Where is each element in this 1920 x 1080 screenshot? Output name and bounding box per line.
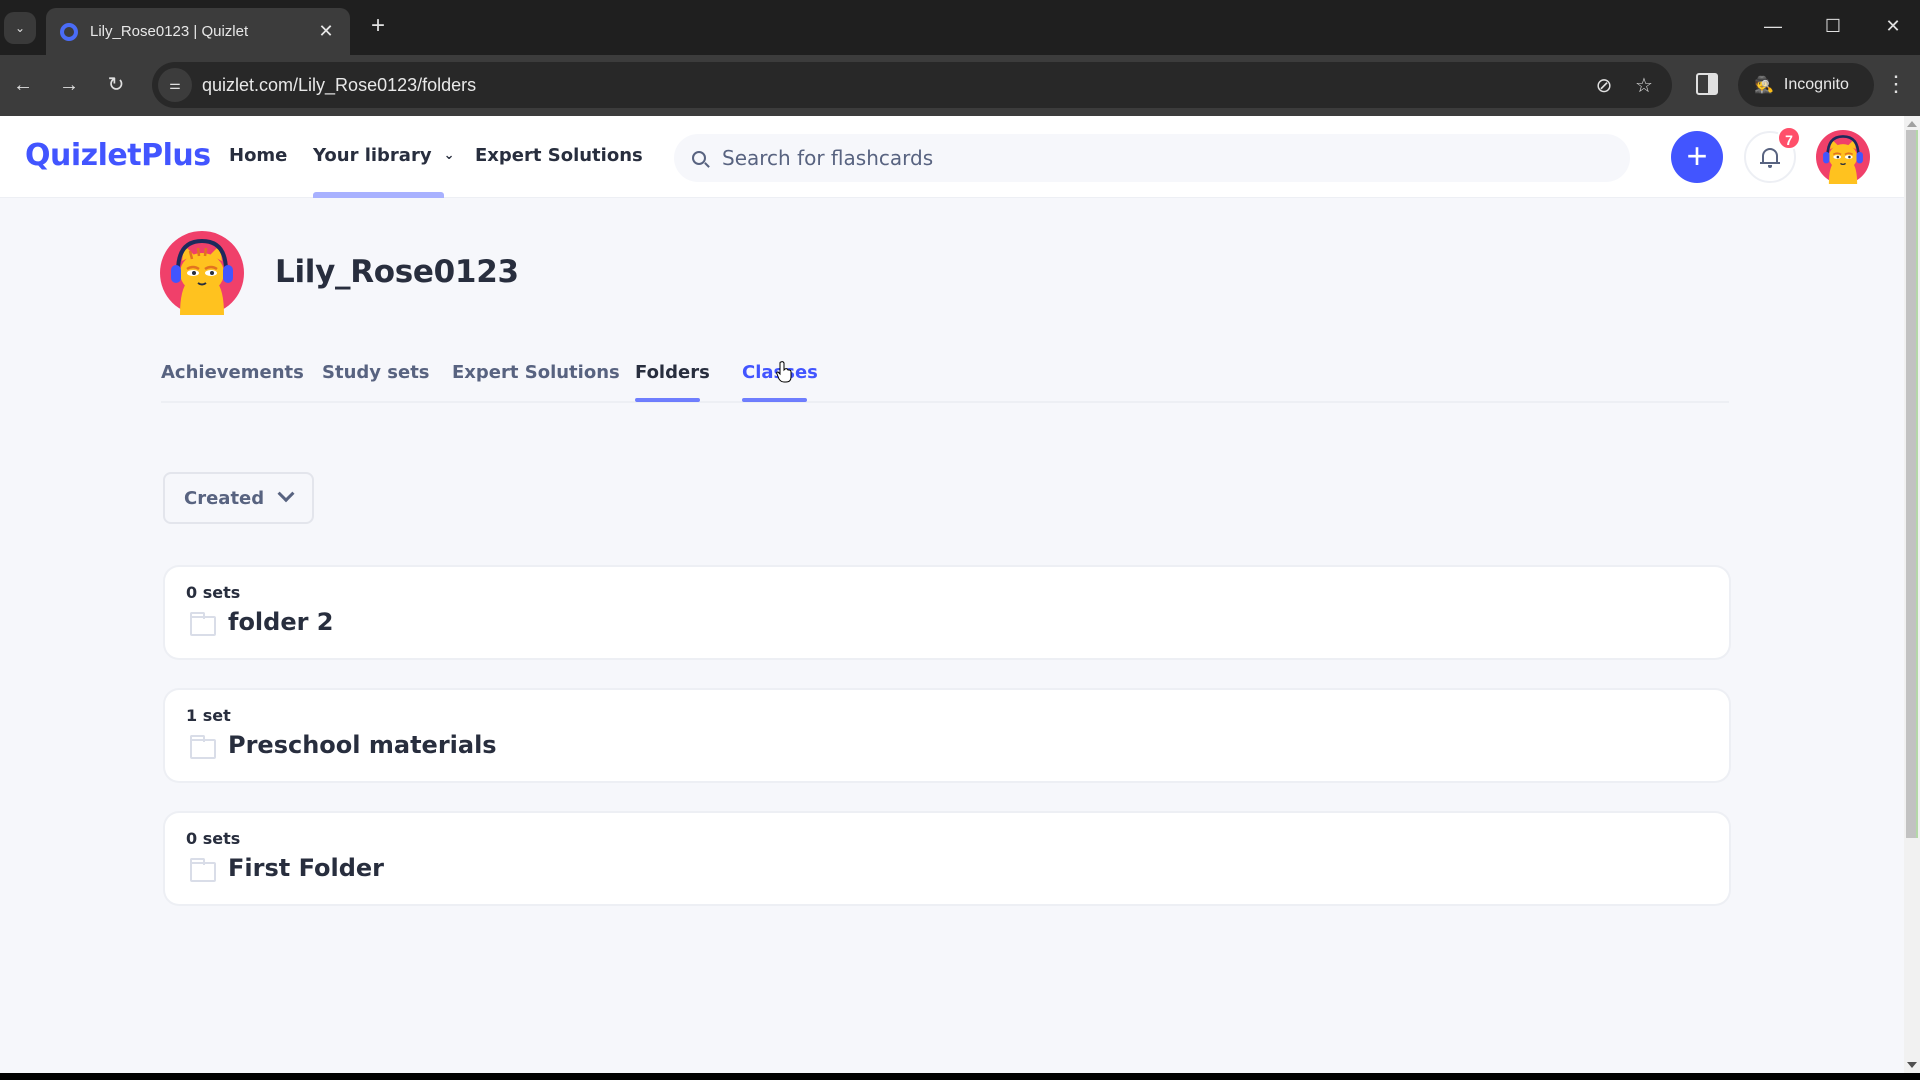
- page-content: QuizletPlus Home Your library ⌄ Expert So…: [0, 116, 1904, 1073]
- new-tab-button[interactable]: +: [366, 14, 390, 38]
- eye-off-icon[interactable]: ⊘: [1584, 73, 1624, 98]
- bell-icon: [1760, 146, 1780, 168]
- browser-tab-active[interactable]: Lily_Rose0123 | Quizlet ✕: [46, 8, 350, 55]
- folder-name[interactable]: folder 2: [228, 608, 334, 636]
- folder-set-count: 1 set: [186, 706, 231, 725]
- create-button[interactable]: +: [1671, 131, 1723, 183]
- quizlet-plus-logo[interactable]: QuizletPlus: [25, 138, 211, 173]
- tab-title: Lily_Rose0123 | Quizlet: [90, 23, 249, 40]
- user-avatar-button[interactable]: [1816, 130, 1870, 184]
- bottom-edge: [0, 1073, 1920, 1080]
- minimize-button[interactable]: —: [1758, 14, 1788, 38]
- folder-set-count: 0 sets: [186, 829, 241, 848]
- browser-toolbar: ← → ↻ ⚌ quizlet.com/Lily_Rose0123/folder…: [0, 55, 1920, 116]
- site-info-icon[interactable]: ⚌: [158, 68, 192, 102]
- nav-your-library[interactable]: Your library ⌄: [313, 145, 454, 166]
- folder-icon: [190, 858, 216, 882]
- search-icon: [692, 151, 706, 165]
- scroll-down-arrow-icon[interactable]: [1907, 1062, 1917, 1068]
- back-button[interactable]: ←: [9, 72, 37, 98]
- tab-study-sets[interactable]: Study sets: [322, 362, 430, 383]
- url-text[interactable]: quizlet.com/Lily_Rose0123/folders: [202, 75, 1584, 96]
- incognito-label: Incognito: [1783, 76, 1849, 93]
- notification-count-badge: 7: [1777, 126, 1801, 150]
- chevron-down-icon: ⌄: [443, 148, 455, 163]
- folder-set-count: 0 sets: [186, 583, 241, 602]
- address-bar[interactable]: ⚌ quizlet.com/Lily_Rose0123/folders ⊘ ☆: [152, 62, 1672, 108]
- tab-search-button[interactable]: ⌄: [4, 12, 36, 44]
- tab-folders[interactable]: Folders: [635, 362, 710, 383]
- nav-your-library-label: Your library: [313, 145, 432, 166]
- forward-button[interactable]: →: [55, 72, 83, 98]
- folder-card[interactable]: 1 set Preschool materials: [165, 690, 1729, 781]
- close-tab-icon[interactable]: ✕: [316, 21, 336, 42]
- folder-name[interactable]: First Folder: [228, 854, 384, 882]
- profile-tabs: Achievements Study sets Expert Solutions…: [161, 360, 1729, 403]
- maximize-button[interactable]: ☐: [1818, 14, 1848, 38]
- scrollbar-thumb[interactable]: [1906, 130, 1918, 838]
- nav-home[interactable]: Home: [229, 145, 287, 166]
- close-window-button[interactable]: ✕: [1878, 14, 1908, 38]
- folder-name[interactable]: Preschool materials: [228, 731, 497, 759]
- cat-avatar-icon: [160, 231, 244, 315]
- chevron-down-icon: [277, 485, 295, 503]
- search-bar[interactable]: [674, 134, 1630, 182]
- folder-icon: [190, 612, 216, 636]
- tab-achievements[interactable]: Achievements: [161, 362, 304, 383]
- page-scrollbar[interactable]: [1904, 116, 1920, 1073]
- folder-card[interactable]: 0 sets folder 2: [165, 567, 1729, 658]
- kebab-menu-icon[interactable]: ⋮: [1884, 71, 1908, 97]
- nav-active-indicator: [313, 192, 444, 198]
- profile-avatar: [160, 231, 244, 315]
- incognito-icon: 🕵: [1754, 77, 1774, 94]
- scroll-up-arrow-icon[interactable]: [1907, 121, 1917, 127]
- site-header: QuizletPlus Home Your library ⌄ Expert So…: [0, 116, 1904, 198]
- tab-classes-hover-indicator: [742, 398, 807, 402]
- sort-filter-value: Created: [184, 487, 265, 509]
- search-input[interactable]: [722, 146, 1582, 170]
- chevron-down-icon: ⌄: [14, 21, 26, 35]
- tab-folders-active-indicator: [635, 398, 700, 402]
- profile-username: Lily_Rose0123: [275, 254, 519, 290]
- folder-icon: [190, 735, 216, 759]
- side-panel-icon[interactable]: [1696, 73, 1718, 95]
- browser-tab-strip: ⌄ Lily_Rose0123 | Quizlet ✕ + — ☐ ✕: [0, 0, 1920, 55]
- nav-expert-solutions[interactable]: Expert Solutions: [475, 145, 643, 166]
- folder-card[interactable]: 0 sets First Folder: [165, 813, 1729, 904]
- tab-expert-solutions[interactable]: Expert Solutions: [452, 362, 620, 383]
- quizlet-favicon-icon: [60, 22, 78, 41]
- sort-filter-dropdown[interactable]: Created: [163, 472, 314, 524]
- star-icon[interactable]: ☆: [1624, 73, 1664, 98]
- cat-avatar-icon: [1816, 130, 1870, 184]
- reload-button[interactable]: ↻: [102, 72, 130, 98]
- hand-pointer-cursor-icon: [776, 361, 792, 383]
- incognito-indicator[interactable]: 🕵 Incognito: [1738, 63, 1874, 107]
